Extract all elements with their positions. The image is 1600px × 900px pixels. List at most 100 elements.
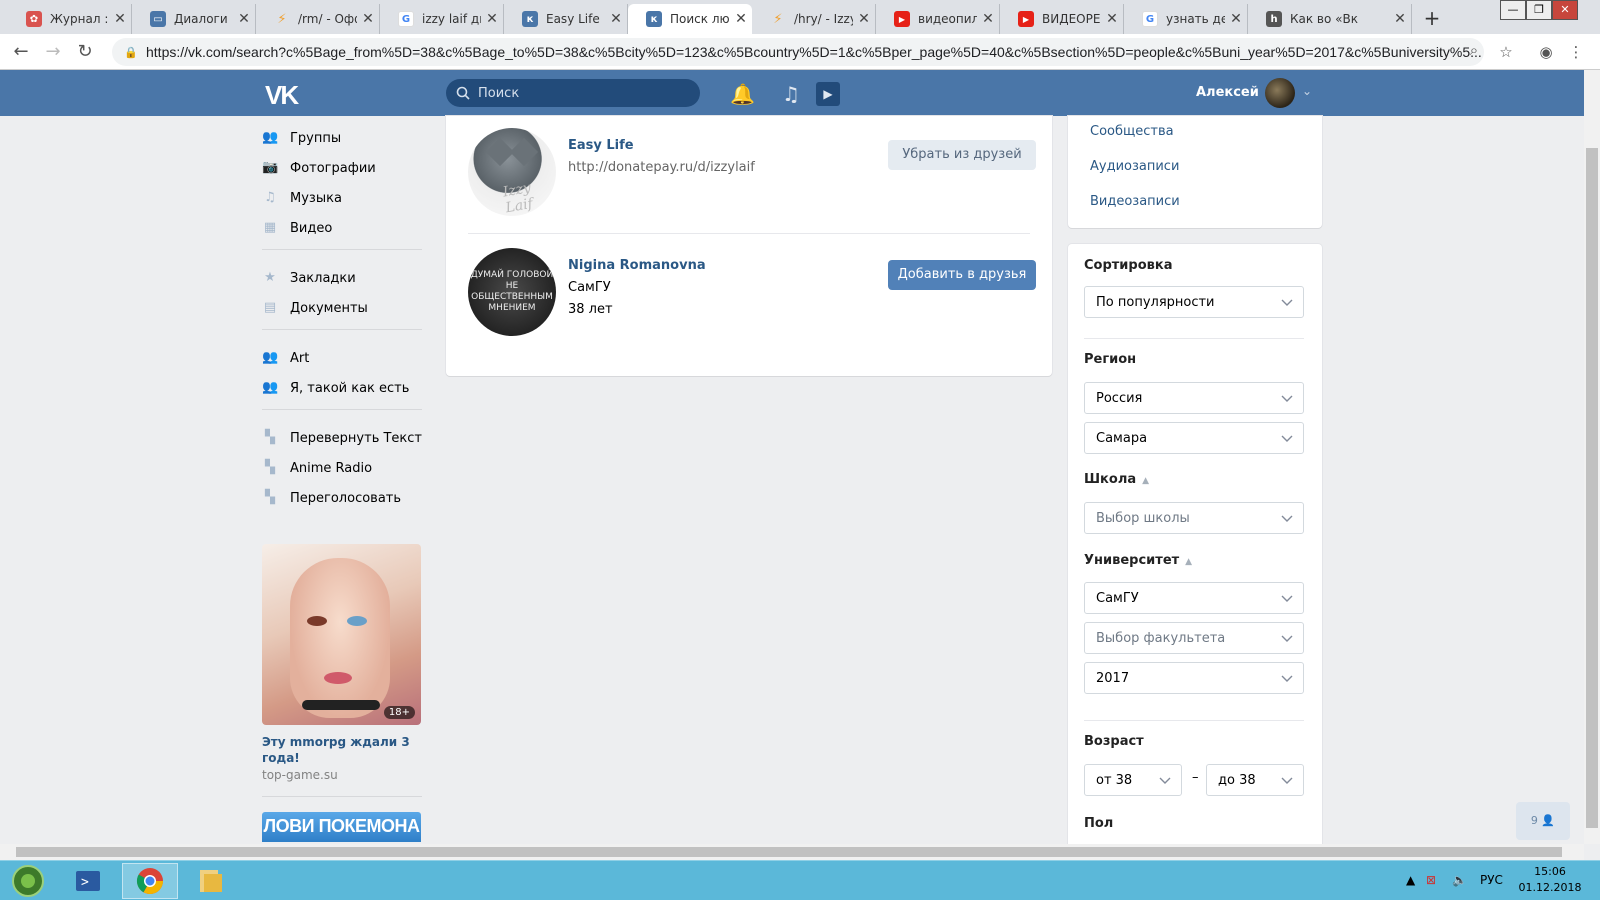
remove-friend-button[interactable]: Убрать из друзей <box>888 140 1036 170</box>
scrollbar-thumb[interactable] <box>1586 148 1598 828</box>
graduation-year-select[interactable]: 2017 <box>1084 662 1304 694</box>
menu-item-app-flip-text[interactable]: ▚ Перевернуть Текст <box>262 426 426 450</box>
address-bar[interactable]: 🔒 https://vk.com/search?c%5Bage_from%5D=… <box>112 38 1484 66</box>
browser-tab[interactable]: ⚡ /rm/ - Офф ✕ <box>256 4 380 34</box>
link-communities[interactable]: Сообщества <box>1090 124 1174 139</box>
browser-tab[interactable]: ▶ видеопилл ✕ <box>876 4 1000 34</box>
link-audio[interactable]: Аудиозаписи <box>1090 159 1179 174</box>
menu-item-video[interactable]: ▦ Видео <box>262 216 426 240</box>
sort-select[interactable]: По популярности <box>1084 286 1304 318</box>
vk-logo[interactable]: VK <box>265 80 299 111</box>
taskbar-powershell[interactable]: > <box>60 863 116 899</box>
restore-button[interactable]: ❐ <box>1526 0 1552 20</box>
apps-icon: ▚ <box>265 460 275 475</box>
avatar[interactable]: Izzy Laif <box>468 128 556 216</box>
clock[interactable]: 15:06 01.12.2018 <box>1518 864 1582 896</box>
avatar[interactable] <box>1265 78 1295 108</box>
zoom-icon[interactable]: ⌕ <box>1464 40 1484 60</box>
browser-tab[interactable]: к Easy Life ✕ <box>504 4 628 34</box>
bell-icon[interactable]: 🔔 <box>730 82 755 106</box>
new-tab-button[interactable]: + <box>1420 6 1444 30</box>
menu-item-photos[interactable]: 📷 Фотографии <box>262 156 426 180</box>
ad-image[interactable]: 18+ <box>262 544 421 725</box>
horizontal-scrollbar[interactable] <box>0 844 1584 860</box>
browser-tab-active[interactable]: к Поиск люд ✕ <box>628 4 752 34</box>
ad-title[interactable]: Эту mmorpg ждали 3 года! <box>262 734 421 766</box>
gender-label: Пол <box>1084 816 1114 831</box>
menu-item-app-anime-radio[interactable]: ▚ Anime Radio <box>262 456 426 480</box>
vertical-scrollbar[interactable] <box>1584 70 1600 844</box>
menu-dots-icon[interactable]: ⋮ <box>1566 42 1586 62</box>
menu-item-group-me[interactable]: 👥 Я, такой как есть <box>262 376 426 400</box>
camera-icon: 📷 <box>262 160 279 175</box>
start-button[interactable] <box>0 863 56 899</box>
person-university: СамГУ <box>568 280 611 295</box>
country-select[interactable]: Россия <box>1084 382 1304 414</box>
age-from-select[interactable]: от 38 <box>1084 764 1182 796</box>
reload-icon[interactable]: ↻ <box>74 41 96 63</box>
faculty-select[interactable]: Выбор факультета <box>1084 622 1304 654</box>
close-icon[interactable]: ✕ <box>605 11 627 27</box>
taskbar-explorer[interactable] <box>182 863 238 899</box>
close-icon[interactable]: ✕ <box>109 11 131 27</box>
menu-item-documents[interactable]: ▤ Документы <box>262 296 426 320</box>
close-icon[interactable]: ✕ <box>853 11 875 27</box>
avatar[interactable]: ДУМАЙ ГОЛОВОЙ НЕ ОБЩЕСТВЕННЫМ МНЕНИЕМ <box>468 248 556 336</box>
online-friends-counter[interactable]: 9 👤 <box>1516 802 1570 840</box>
menu-item-art[interactable]: 👥 Art <box>262 346 426 370</box>
forward-arrow-icon[interactable]: → <box>42 41 64 63</box>
school-select[interactable]: Выбор школы <box>1084 502 1304 534</box>
window-close-button[interactable]: ✕ <box>1552 0 1578 20</box>
region-label: Регион <box>1084 352 1137 367</box>
user-name[interactable]: Алексей <box>1196 85 1259 100</box>
browser-tab[interactable]: ▭ Диалоги ✕ <box>132 4 256 34</box>
browser-tab[interactable]: G izzy laif два ✕ <box>380 4 504 34</box>
person-age: 38 лет <box>568 302 613 317</box>
age-to-select[interactable]: до 38 <box>1206 764 1304 796</box>
city-select[interactable]: Самара <box>1084 422 1304 454</box>
tray-arrow-icon[interactable]: ▲ <box>1406 873 1415 887</box>
chevron-down-icon[interactable]: ⌄ <box>1302 84 1312 98</box>
close-icon[interactable]: ✕ <box>1225 11 1247 27</box>
language-indicator[interactable]: РУС <box>1480 873 1503 887</box>
close-icon[interactable]: ✕ <box>977 11 999 27</box>
browser-tab[interactable]: ✿ Журнал :: 2 ✕ <box>8 4 132 34</box>
browser-tab[interactable]: ▶ ВИДЕОРЕО ✕ <box>1000 4 1124 34</box>
close-icon[interactable]: ✕ <box>1101 11 1123 27</box>
browser-tab[interactable]: h Как во «Вк ✕ <box>1248 4 1412 34</box>
filters-panel: Сортировка По популярности Регион Россия… <box>1068 244 1322 844</box>
school-label[interactable]: Школа ▲ <box>1084 472 1149 487</box>
menu-item-bookmarks[interactable]: ★ Закладки <box>262 266 426 290</box>
menu-item-groups[interactable]: 👥 Группы <box>262 126 426 150</box>
link-video[interactable]: Видеозаписи <box>1090 194 1180 209</box>
add-friend-button[interactable]: Добавить в друзья <box>888 260 1036 290</box>
bookmark-star-icon[interactable]: ☆ <box>1496 42 1516 62</box>
close-icon[interactable]: ✕ <box>1389 11 1411 27</box>
browser-tab[interactable]: G узнать ден ✕ <box>1124 4 1248 34</box>
menu-item-app-revote[interactable]: ▚ Переголосовать <box>262 486 426 510</box>
back-arrow-icon[interactable]: ← <box>10 41 32 63</box>
ad-banner[interactable]: ЛОВИ ПОКЕМОНА НА ПК <box>262 812 421 842</box>
scrollbar-thumb[interactable] <box>16 847 1562 857</box>
browser-tab[interactable]: ⚡ /hry/ - Izzy ✕ <box>752 4 876 34</box>
person-name[interactable]: Easy Life <box>568 138 634 153</box>
ad-domain[interactable]: top-game.su <box>262 768 338 782</box>
search-input[interactable]: Поиск <box>446 79 700 107</box>
university-label[interactable]: Университет ▲ <box>1084 553 1192 568</box>
minimize-button[interactable]: — <box>1500 0 1526 20</box>
search-results: Izzy Laif Easy Life http://donatepay.ru/… <box>446 116 1052 376</box>
taskbar-chrome[interactable] <box>122 863 178 899</box>
close-icon[interactable]: ✕ <box>481 11 503 27</box>
close-icon[interactable]: ✕ <box>233 11 255 27</box>
close-icon[interactable]: ✕ <box>357 11 379 27</box>
close-icon[interactable]: ✕ <box>730 11 752 27</box>
profile-icon[interactable]: ◉ <box>1536 42 1556 62</box>
menu-item-music[interactable]: ♫ Музыка <box>262 186 426 210</box>
play-icon[interactable]: ▶ <box>816 82 840 106</box>
university-select[interactable]: СамГУ <box>1084 582 1304 614</box>
chat-icon: ▭ <box>150 11 166 27</box>
volume-icon[interactable]: 🔈 <box>1452 873 1467 887</box>
person-name[interactable]: Nigina Romanovna <box>568 258 706 273</box>
network-icon[interactable]: ⊠ <box>1426 873 1436 887</box>
music-icon[interactable]: ♫ <box>779 82 803 106</box>
